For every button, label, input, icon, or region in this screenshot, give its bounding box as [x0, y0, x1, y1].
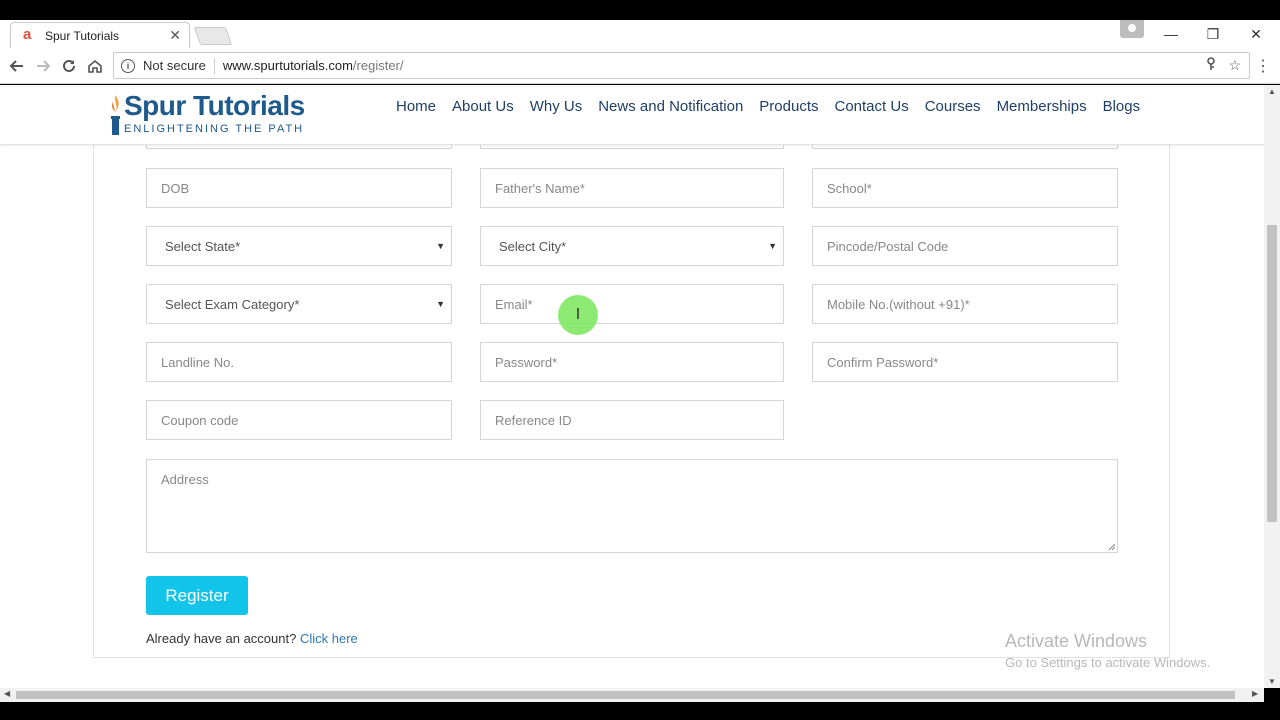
coupon-input[interactable]: Coupon code [146, 400, 452, 440]
close-window-button[interactable]: ✕ [1236, 20, 1276, 48]
login-link[interactable]: Click here [300, 631, 358, 646]
site-logo[interactable]: Spur Tutorials ENLIGHTENING THE PATH [110, 90, 305, 138]
screen: a Spur Tutorials ✕ — ❐ ✕ i Not secure ww… [0, 0, 1280, 720]
star-icon[interactable]: ☆ [1228, 57, 1241, 74]
url-path: /register/ [352, 58, 404, 73]
torch-icon [111, 95, 120, 135]
address-placeholder: Address [161, 472, 209, 487]
city-select[interactable]: Select City* ▼ [480, 226, 784, 266]
nav-memberships[interactable]: Memberships [989, 98, 1095, 116]
nav-about-us[interactable]: About Us [444, 98, 522, 116]
mouse-cursor-highlight: I [558, 295, 598, 335]
forward-icon[interactable] [31, 54, 55, 78]
confirm-password-input[interactable]: Confirm Password* [812, 342, 1118, 382]
activate-windows-watermark: Activate Windows Go to Settings to activ… [1005, 631, 1210, 670]
nav-courses[interactable]: Courses [917, 98, 989, 116]
dropdown-caret-icon: ▼ [436, 299, 445, 309]
scroll-left-icon[interactable]: ◀ [4, 689, 10, 698]
logo-tagline: ENLIGHTENING THE PATH [124, 123, 305, 135]
state-select[interactable]: Select State* ▼ [146, 226, 452, 266]
exam-category-value: Select Exam Category* [165, 296, 300, 312]
back-icon[interactable] [5, 54, 29, 78]
login-prompt-text: Already have an account? [146, 631, 297, 646]
state-select-value: Select State* [165, 238, 241, 254]
city-select-value: Select City* [499, 238, 567, 254]
dropdown-caret-icon: ▼ [768, 241, 777, 251]
school-input[interactable]: School* [812, 168, 1118, 208]
password-input[interactable]: Password* [480, 342, 784, 382]
url-host: www.spurtutorials.com [222, 58, 353, 73]
resize-handle-icon[interactable] [1108, 543, 1116, 551]
nav-home[interactable]: Home [388, 98, 444, 116]
horizontal-scroll-thumb[interactable] [16, 691, 1235, 699]
logo-name: Spur Tutorials [124, 90, 305, 121]
exam-category-select[interactable]: Select Exam Category* ▼ [146, 284, 452, 324]
nav-blogs[interactable]: Blogs [1095, 98, 1149, 116]
minimize-button[interactable]: — [1151, 20, 1191, 48]
nav-products[interactable]: Products [751, 98, 826, 116]
security-label: Not secure [143, 58, 206, 73]
new-tab-button[interactable] [193, 27, 233, 45]
profile-icon[interactable] [1120, 20, 1144, 38]
favicon-icon: a [23, 25, 32, 43]
dropdown-caret-icon: ▼ [436, 241, 445, 251]
vertical-scroll-thumb[interactable] [1267, 225, 1277, 522]
home-icon[interactable] [83, 54, 107, 78]
vertical-scrollbar[interactable]: ▲ ▼ [1264, 85, 1280, 688]
text-cursor-icon: I [575, 306, 581, 323]
page-viewport: Spur Tutorials ENLIGHTENING THE PATH Hom… [0, 85, 1264, 688]
email-input[interactable]: Email* [480, 284, 784, 324]
register-button[interactable]: Register [146, 576, 248, 615]
scroll-down-icon[interactable]: ▼ [1268, 677, 1276, 686]
scroll-right-icon[interactable]: ▶ [1252, 689, 1258, 698]
main-nav: Home About Us Why Us News and Notificati… [388, 98, 1148, 116]
restore-button[interactable]: ❐ [1193, 20, 1233, 48]
mobile-input[interactable]: Mobile No.(without +91)* [812, 284, 1118, 324]
reference-id-input[interactable]: Reference ID [480, 400, 784, 440]
pincode-input[interactable]: Pincode/Postal Code [812, 226, 1118, 266]
login-prompt: Already have an account? Click here [146, 631, 358, 646]
browser-tab[interactable]: a Spur Tutorials ✕ [10, 22, 190, 48]
father-name-input[interactable]: Father's Name* [480, 168, 784, 208]
key-icon[interactable] [1206, 57, 1216, 74]
nav-contact-us[interactable]: Contact Us [827, 98, 917, 116]
activate-title: Activate Windows [1005, 631, 1148, 651]
reload-icon[interactable] [57, 54, 81, 78]
divider [213, 57, 215, 74]
tab-title: Spur Tutorials [45, 28, 120, 43]
tab-strip: a Spur Tutorials ✕ — ❐ ✕ [0, 20, 1280, 48]
horizontal-scrollbar[interactable]: ◀ ▶ [0, 688, 1264, 702]
scroll-up-icon[interactable]: ▲ [1268, 87, 1276, 96]
landline-input[interactable]: Landline No. [146, 342, 452, 382]
dob-input[interactable]: DOB [146, 168, 452, 208]
tab-close-icon[interactable]: ✕ [169, 27, 181, 44]
nav-news[interactable]: News and Notification [590, 98, 751, 116]
info-icon[interactable]: i [121, 58, 135, 73]
address-bar[interactable]: i Not secure www.spurtutorials.com/regis… [113, 52, 1250, 79]
nav-why-us[interactable]: Why Us [522, 98, 591, 116]
address-textarea[interactable]: Address [146, 459, 1118, 553]
browser-toolbar: i Not secure www.spurtutorials.com/regis… [0, 48, 1280, 84]
activate-subtitle: Go to Settings to activate Windows. [1005, 655, 1211, 670]
site-header: Spur Tutorials ENLIGHTENING THE PATH Hom… [0, 85, 1264, 145]
menu-icon[interactable]: ⋮ [1255, 56, 1271, 76]
